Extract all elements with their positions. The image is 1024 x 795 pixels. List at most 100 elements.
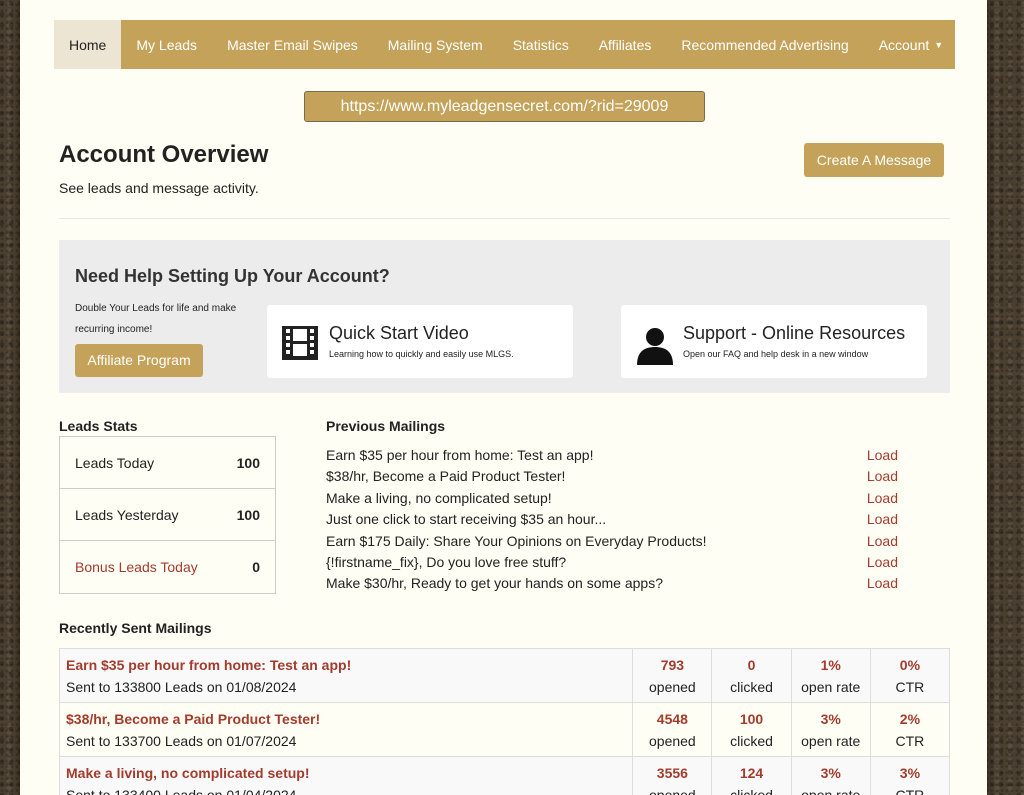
quick-start-subtitle: Learning how to quickly and easily use M… xyxy=(329,349,514,359)
table-row: Earn $35 per hour from home: Test an app… xyxy=(58,648,951,703)
metric-label: opened xyxy=(649,786,696,795)
sent-info: Sent to 133800 Leads on 01/08/2024 xyxy=(66,678,297,695)
ctr-value: 3% xyxy=(899,764,921,781)
opened-count: 4548 xyxy=(656,710,688,727)
metric-label: opened xyxy=(649,732,696,749)
nav-statistics[interactable]: Statistics xyxy=(498,20,584,69)
stat-row-leads-yesterday: Leads Yesterday 100 xyxy=(60,489,275,541)
clicked-cell: 100 clicked xyxy=(711,702,792,757)
metric-label: open rate xyxy=(801,678,861,695)
nav-my-leads[interactable]: My Leads xyxy=(121,20,212,69)
sent-info: Sent to 133700 Leads on 01/07/2024 xyxy=(66,732,297,749)
opened-cell: 793 opened xyxy=(632,648,713,703)
metric-label: open rate xyxy=(801,786,861,795)
open-rate-value: 3% xyxy=(820,764,841,781)
recently-sent-heading: Recently Sent Mailings xyxy=(59,620,212,636)
list-item: {!firstname_fix}, Do you love free stuff… xyxy=(326,554,898,575)
opened-count: 793 xyxy=(660,656,685,673)
clicked-count: 100 xyxy=(739,710,764,727)
open-rate-value: 3% xyxy=(820,710,841,727)
main-navbar: Home My Leads Master Email Swipes Mailin… xyxy=(54,20,955,69)
metric-label: CTR xyxy=(895,786,925,795)
clicked-cell: 0 clicked xyxy=(711,648,792,703)
stat-row-bonus-leads[interactable]: Bonus Leads Today 0 xyxy=(60,541,275,593)
mailing-subject: Make $30/hr, Ready to get your hands on … xyxy=(326,575,663,592)
affiliate-program-button[interactable]: Affiliate Program xyxy=(75,344,203,377)
nav-affiliates[interactable]: Affiliates xyxy=(584,20,667,69)
page-subtitle: See leads and message activity. xyxy=(59,180,259,196)
nav-mailing-system[interactable]: Mailing System xyxy=(373,20,498,69)
mailing-subject: Make a living, no complicated setup! xyxy=(326,489,552,506)
nav-home[interactable]: Home xyxy=(54,20,122,69)
caret-down-icon: ▼ xyxy=(934,39,944,50)
stat-value: 0 xyxy=(252,559,260,575)
quick-start-video-card[interactable]: Quick Start Video Learning how to quickl… xyxy=(267,305,573,378)
stat-label: Leads Yesterday xyxy=(75,506,179,523)
recently-sent-table: Earn $35 per hour from home: Test an app… xyxy=(58,648,951,795)
sent-info: Sent to 133400 Leads on 01/04/2024 xyxy=(66,786,297,795)
table-row: Make a living, no complicated setup! Sen… xyxy=(58,756,951,795)
load-link[interactable]: Load xyxy=(867,533,898,554)
load-link[interactable]: Load xyxy=(867,511,898,532)
list-item: Make a living, no complicated setup! Loa… xyxy=(326,490,898,511)
create-message-button[interactable]: Create A Message xyxy=(804,143,944,177)
list-item: $38/hr, Become a Paid Product Tester! Lo… xyxy=(326,468,898,489)
list-item: Just one click to start receiving $35 an… xyxy=(326,511,898,532)
mailing-subject-link[interactable]: $38/hr, Become a Paid Product Tester! xyxy=(66,708,626,730)
metric-label: clicked xyxy=(730,786,773,795)
ctr-value: 0% xyxy=(899,656,921,673)
referral-url-box[interactable]: https://www.myleadgensecret.com/?rid=290… xyxy=(304,91,705,122)
load-link[interactable]: Load xyxy=(867,447,898,468)
metric-label: clicked xyxy=(730,732,773,749)
nav-recommended-advertising[interactable]: Recommended Advertising xyxy=(666,20,863,69)
leads-stats-heading: Leads Stats xyxy=(59,418,138,434)
stat-value: 100 xyxy=(236,506,260,523)
user-silhouette-icon xyxy=(635,325,675,370)
support-card[interactable]: Support - Online Resources Open our FAQ … xyxy=(621,305,927,378)
stat-value: 100 xyxy=(236,454,260,471)
metric-label: CTR xyxy=(895,732,925,749)
mailing-subject-link[interactable]: Earn $35 per hour from home: Test an app… xyxy=(66,654,626,676)
load-link[interactable]: Load xyxy=(867,490,898,511)
open-rate-cell: 3% open rate xyxy=(790,756,871,795)
ctr-cell: 3% CTR xyxy=(869,756,951,795)
mailing-subject-link[interactable]: Make a living, no complicated setup! xyxy=(66,762,626,784)
nav-account-label: Account xyxy=(878,36,930,53)
metric-label: opened xyxy=(649,678,696,695)
open-rate-cell: 3% open rate xyxy=(790,702,871,757)
opened-cell: 3556 opened xyxy=(632,756,713,795)
clicked-count: 124 xyxy=(739,764,764,781)
ctr-value: 2% xyxy=(899,710,921,727)
metric-label: open rate xyxy=(801,732,861,749)
stat-label: Leads Today xyxy=(75,454,155,471)
mailing-subject: Earn $35 per hour from home: Test an app… xyxy=(326,447,594,463)
quick-start-title: Quick Start Video xyxy=(329,323,469,343)
bonus-leads-link[interactable]: Bonus Leads Today xyxy=(75,559,198,575)
load-link[interactable]: Load xyxy=(867,575,898,596)
list-item: Earn $35 per hour from home: Test an app… xyxy=(326,447,898,468)
nav-account[interactable]: Account ▼ xyxy=(864,20,959,69)
support-title: Support - Online Resources xyxy=(683,323,906,343)
ctr-cell: 0% CTR xyxy=(869,648,951,703)
table-row: $38/hr, Become a Paid Product Tester! Se… xyxy=(58,702,951,757)
open-rate-value: 1% xyxy=(820,656,841,673)
film-icon xyxy=(281,325,319,366)
load-link[interactable]: Load xyxy=(867,554,898,575)
leads-stats-box: Leads Today 100 Leads Yesterday 100 Bonu… xyxy=(59,436,276,594)
support-subtitle: Open our FAQ and help desk in a new wind… xyxy=(683,349,869,359)
load-link[interactable]: Load xyxy=(867,468,898,489)
help-panel: Need Help Setting Up Your Account? Doubl… xyxy=(59,240,950,393)
mailing-cell: Make a living, no complicated setup! Sen… xyxy=(58,756,634,795)
previous-mailings-heading: Previous Mailings xyxy=(326,418,446,434)
opened-cell: 4548 opened xyxy=(632,702,713,757)
page-container: Home My Leads Master Email Swipes Mailin… xyxy=(20,0,987,795)
divider xyxy=(59,218,950,219)
metric-label: CTR xyxy=(895,678,925,695)
nav-master-email-swipes[interactable]: Master Email Swipes xyxy=(212,20,373,69)
page-title: Account Overview xyxy=(59,141,269,168)
stat-row-leads-today: Leads Today 100 xyxy=(60,437,275,489)
mailing-subject: {!firstname_fix}, Do you love free stuff… xyxy=(326,553,567,570)
mailing-cell: Earn $35 per hour from home: Test an app… xyxy=(58,648,634,703)
list-item: Make $30/hr, Ready to get your hands on … xyxy=(326,575,898,596)
list-item: Earn $175 Daily: Share Your Opinions on … xyxy=(326,533,898,554)
